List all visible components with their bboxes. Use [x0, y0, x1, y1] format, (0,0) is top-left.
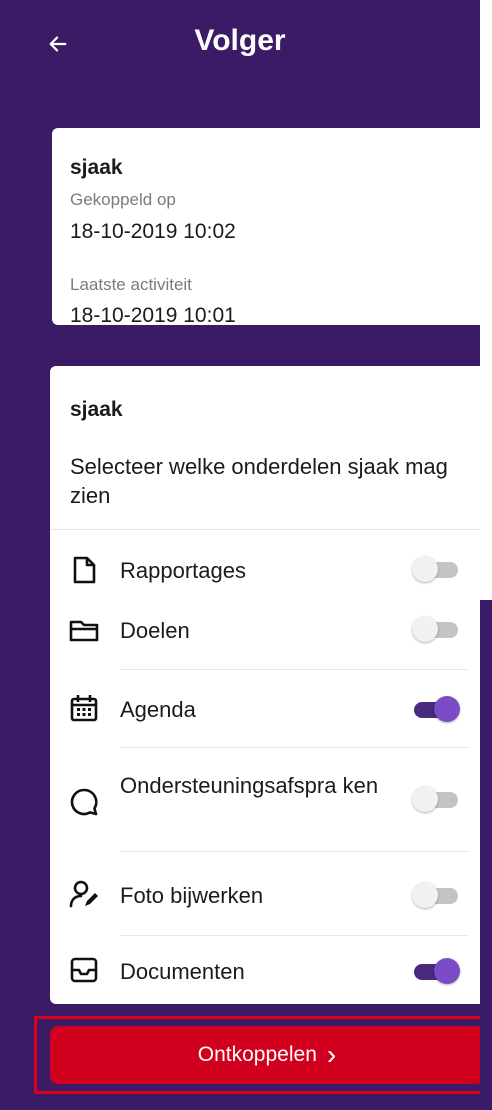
permissions-description: Selecteer welke onderdelen sjaak mag zie…: [70, 454, 448, 508]
permission-row-rapportages: Rapportages: [50, 546, 486, 594]
toggle-documenten[interactable]: [414, 958, 460, 984]
document-icon: [73, 556, 96, 584]
permission-label: Ondersteuningsafspra ken: [120, 773, 379, 798]
toggle-agenda[interactable]: [414, 696, 460, 722]
permissions-follower-name: sjaak: [70, 398, 123, 421]
permission-label: Documenten: [120, 959, 245, 984]
edge-strip: [480, 0, 492, 1110]
header: Volger: [0, 0, 480, 90]
permissions-card: sjaak Selecteer welke onderdelen sjaak m…: [50, 366, 486, 1004]
activity-label: Laatste activiteit: [70, 275, 192, 294]
permission-label: Rapportages: [120, 558, 246, 583]
permission-row-documenten: Documenten: [50, 936, 486, 1004]
inbox-icon: [70, 957, 98, 983]
toggle-doelen[interactable]: [412, 616, 458, 642]
permission-row-foto-bijwerken: Foto bijwerken: [50, 852, 486, 936]
user-edit-icon: [69, 880, 98, 908]
permission-row-doelen: Doelen: [50, 608, 486, 670]
disconnect-label: Ontkoppelen: [197, 1043, 317, 1066]
follower-info-card: sjaak Gekoppeld op 18-10-2019 10:02 Laat…: [52, 128, 486, 325]
toggle-foto-bijwerken[interactable]: [412, 882, 458, 908]
page-title: Volger: [194, 24, 286, 57]
linked-label: Gekoppeld op: [70, 190, 176, 209]
folder-icon: [69, 620, 99, 642]
permission-row-ondersteuningsafspraken: Ondersteuningsafspra ken: [50, 748, 486, 852]
toggle-rapportages[interactable]: [412, 556, 458, 582]
permission-row-agenda: Agenda: [50, 670, 486, 748]
app-root: Volger sjaak Gekoppeld op 18-10-2019 10:…: [0, 0, 492, 1110]
permission-label: Doelen: [120, 618, 190, 643]
chat-bubble-icon: [70, 788, 98, 816]
chevron-right-icon: ›: [326, 1039, 337, 1070]
permission-label: Foto bijwerken: [120, 883, 264, 908]
permission-label: Agenda: [120, 697, 196, 722]
disconnect-button[interactable]: Ontkoppelen ›: [50, 1026, 484, 1084]
activity-value: 18-10-2019 10:01: [70, 304, 236, 325]
divider: [50, 529, 486, 530]
follower-name: sjaak: [70, 156, 123, 179]
linked-value: 18-10-2019 10:02: [70, 220, 236, 243]
calendar-icon: [70, 695, 98, 722]
toggle-ondersteuningsafspraken[interactable]: [412, 786, 458, 812]
